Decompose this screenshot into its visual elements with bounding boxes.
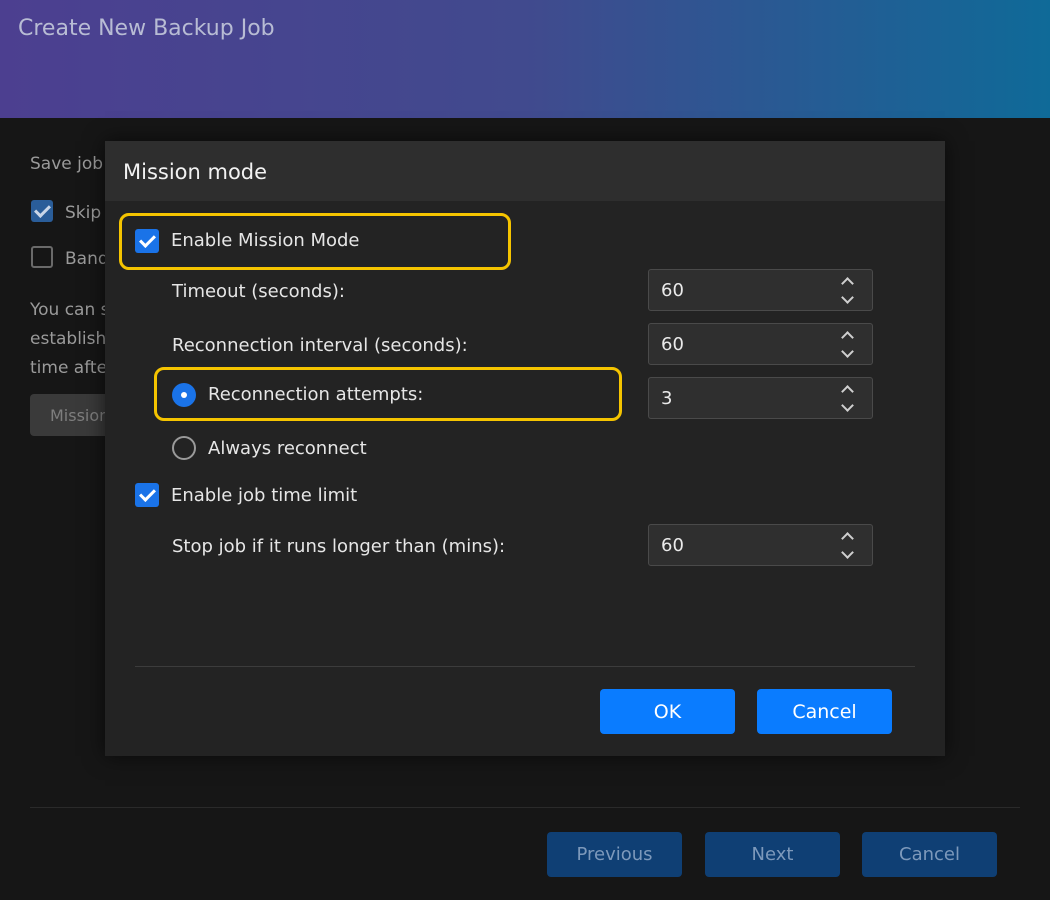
reconnect-attempts-value: 3 — [661, 388, 673, 409]
enable-time-limit-label: Enable job time limit — [171, 485, 358, 506]
chevron-up-icon[interactable] — [837, 327, 857, 343]
band-label: Band — [65, 249, 109, 269]
chevron-down-icon[interactable] — [837, 547, 857, 563]
window-header: Create New Backup Job — [0, 0, 1050, 118]
reconnect-interval-label: Reconnection interval (seconds): — [172, 335, 468, 356]
timeout-spinbox[interactable]: 60 — [648, 269, 873, 311]
dialog-title: Mission mode — [105, 141, 945, 201]
wizard-cancel-button[interactable]: Cancel — [862, 832, 997, 877]
band-checkbox[interactable] — [31, 246, 53, 268]
timeout-label: Timeout (seconds): — [172, 281, 345, 302]
enable-mission-mode-label: Enable Mission Mode — [171, 230, 360, 251]
reconnect-interval-value: 60 — [661, 334, 684, 355]
stop-job-label: Stop job if it runs longer than (mins): — [172, 536, 506, 557]
chevron-up-icon[interactable] — [837, 381, 857, 397]
chevron-down-icon[interactable] — [837, 400, 857, 416]
enable-time-limit-checkbox[interactable] — [135, 483, 159, 507]
dialog-divider — [135, 666, 915, 667]
save-job-label: Save job — [30, 154, 104, 174]
window-title: Create New Backup Job — [18, 16, 275, 41]
skip-checkbox[interactable] — [31, 200, 53, 222]
stop-job-spinbox[interactable]: 60 — [648, 524, 873, 566]
mission-mode-dialog: Mission mode Enable Mission Mode Timeout… — [105, 141, 945, 756]
chevron-down-icon[interactable] — [837, 292, 857, 308]
chevron-up-icon[interactable] — [837, 528, 857, 544]
chevron-up-icon[interactable] — [837, 273, 857, 289]
always-reconnect-label: Always reconnect — [208, 438, 367, 459]
footer-divider — [30, 807, 1020, 808]
reconnect-attempts-spinbox[interactable]: 3 — [648, 377, 873, 419]
chevron-down-icon[interactable] — [837, 346, 857, 362]
enable-mission-mode-checkbox[interactable] — [135, 229, 159, 253]
description-line-3: time afte — [30, 358, 108, 378]
stop-job-value: 60 — [661, 535, 684, 556]
reconnect-attempts-radio[interactable] — [172, 383, 196, 407]
previous-button[interactable]: Previous — [547, 832, 682, 877]
description-line-1: You can s — [30, 300, 110, 320]
timeout-value: 60 — [661, 280, 684, 301]
reconnect-interval-spinbox[interactable]: 60 — [648, 323, 873, 365]
reconnect-attempts-label: Reconnection attempts: — [208, 384, 424, 405]
skip-label: Skip — [65, 203, 102, 223]
always-reconnect-radio[interactable] — [172, 436, 196, 460]
ok-button[interactable]: OK — [600, 689, 735, 734]
dialog-cancel-button[interactable]: Cancel — [757, 689, 892, 734]
description-line-2: establish — [30, 329, 107, 349]
next-button[interactable]: Next — [705, 832, 840, 877]
